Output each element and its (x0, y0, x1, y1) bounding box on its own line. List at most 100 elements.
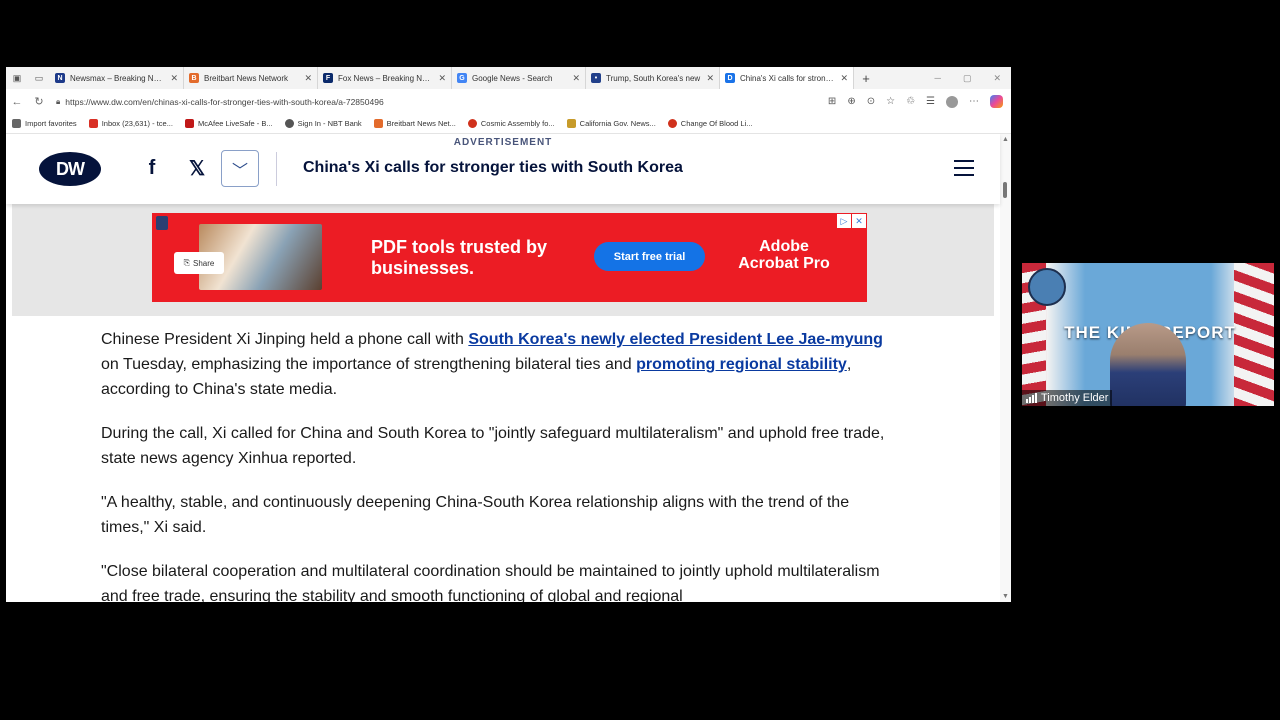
close-tab-icon[interactable]: ✕ (438, 73, 446, 84)
scrollbar[interactable]: ▲ ▼ (1000, 134, 1011, 602)
tab-foxnews[interactable]: F Fox News – Breaking News ✕ (318, 67, 452, 89)
tab-title: Trump, South Korea's new (606, 73, 701, 83)
refresh-icon[interactable]: ↻ (28, 95, 50, 108)
signal-bars-icon (1026, 393, 1037, 403)
presenter-figure (1110, 323, 1186, 406)
tab-strip: ▣ ▭ N Newsmax – Breaking News ✕ B Breitb… (6, 67, 1011, 89)
breitbart-favicon-icon: B (189, 73, 199, 83)
tab-dw-active[interactable]: D China's Xi calls for stronger ✕ (720, 67, 854, 89)
copilot-icon[interactable] (990, 95, 1003, 108)
hamburger-menu-icon[interactable] (954, 160, 974, 176)
page-title: China's Xi calls for stronger ties with … (303, 159, 683, 176)
ad-banner[interactable]: ⎘ Share PDF tools trusted by businesses. … (152, 213, 867, 302)
new-tab-button[interactable]: + (854, 71, 878, 86)
favorite-nbt-bank[interactable]: Sign In - NBT Bank (284, 119, 362, 128)
browser-window: ▣ ▭ N Newsmax – Breaking News ✕ B Breitb… (6, 67, 1011, 602)
app-available-icon[interactable]: ⊞ (828, 96, 836, 107)
ad-controls: ▷ ✕ (837, 214, 866, 228)
ad-share-button[interactable]: ⎘ Share (174, 252, 224, 274)
tab-newsmax[interactable]: N Newsmax – Breaking News ✕ (50, 67, 184, 89)
text: Chinese President Xi Jinping held a phon… (101, 331, 469, 348)
more-options-icon[interactable]: ⋯ (969, 96, 979, 107)
workspaces-icon[interactable]: ▣ (6, 73, 28, 84)
tab-title: Fox News – Breaking News (338, 73, 434, 83)
news-favicon-icon: • (591, 73, 601, 83)
favorite-star-icon[interactable]: ☆ (886, 96, 895, 107)
gmail-icon (88, 119, 98, 128)
extensions-icon[interactable]: ♲ (906, 96, 915, 107)
tab-breitbart[interactable]: B Breitbart News Network ✕ (184, 67, 318, 89)
favorite-import[interactable]: Import favorites (12, 119, 77, 128)
ad-headline: PDF tools trusted by businesses. (371, 237, 548, 278)
participant-name: Timothy Elder (1041, 392, 1109, 404)
scroll-down-icon[interactable]: ▼ (1002, 593, 1009, 600)
article-paragraph: "Close bilateral cooperation and multila… (101, 563, 880, 602)
google-news-favicon-icon: G (457, 73, 467, 83)
blood-icon (667, 119, 677, 128)
toolbar-icons: ⊞ ⊕ ⊙ ☆ ♲ ☰ ⋯ (828, 95, 1011, 108)
tab-trump-south-korea[interactable]: • Trump, South Korea's new ✕ (586, 67, 720, 89)
favorite-label: Change Of Blood Li... (680, 119, 753, 128)
favorite-california-gov[interactable]: California Gov. News... (566, 119, 656, 128)
zoom-icon[interactable]: ⊕ (847, 96, 855, 107)
close-tab-icon[interactable]: ✕ (304, 73, 312, 84)
text: on Tuesday, emphasizing the importance o… (101, 356, 637, 373)
maximize-icon[interactable]: ▢ (963, 73, 972, 84)
favorite-label: Import favorites (25, 119, 77, 128)
close-tab-icon[interactable]: ✕ (572, 73, 580, 84)
navigation-bar: ← ↻ 🔒︎ https://www.dw.com/en/chinas-xi-c… (6, 89, 1011, 114)
link-regional-stability[interactable]: promoting regional stability (636, 356, 847, 373)
tab-actions-icon[interactable]: ▭ (28, 73, 50, 84)
close-tab-icon[interactable]: ✕ (170, 73, 178, 84)
minimize-icon[interactable]: ─ (935, 73, 941, 84)
favorite-gmail[interactable]: Inbox (23,631) - tce... (88, 119, 173, 128)
favorites-list-icon[interactable]: ☰ (926, 96, 935, 107)
window-controls: ─ ▢ ✕ (935, 73, 1011, 84)
article-paragraph: Chinese President Xi Jinping held a phon… (101, 327, 901, 402)
scroll-up-icon[interactable]: ▲ (1002, 136, 1009, 143)
favorite-cosmic-assembly[interactable]: Cosmic Assembly fo... (467, 119, 555, 128)
dw-favicon-icon: D (725, 73, 735, 83)
favorite-breitbart[interactable]: Breitbart News Net... (373, 119, 456, 128)
close-window-icon[interactable]: ✕ (993, 73, 1001, 84)
tab-title: China's Xi calls for stronger (740, 73, 836, 83)
california-icon (566, 119, 576, 128)
favorite-label: Breitbart News Net... (386, 119, 456, 128)
address-bar[interactable]: 🔒︎ https://www.dw.com/en/chinas-xi-calls… (56, 97, 796, 107)
import-icon (12, 119, 21, 128)
chevron-down-icon[interactable]: ﹀ (221, 150, 259, 187)
link-lee-jae-myung[interactable]: South Korea's newly elected President Le… (468, 331, 883, 348)
mcafee-icon (184, 119, 194, 128)
x-twitter-icon[interactable]: 𝕏 (184, 155, 210, 181)
share-icon: ⎘ (183, 258, 191, 267)
start-free-trial-button[interactable]: Start free trial (594, 242, 705, 271)
webcam-overlay: THE KING REPORT Timothy Elder (1022, 263, 1274, 406)
share-label: Share (193, 258, 215, 268)
back-arrow-icon[interactable]: ← (6, 96, 28, 108)
tab-title: Breitbart News Network (204, 73, 289, 83)
close-tab-icon[interactable]: ✕ (840, 73, 848, 84)
close-ad-icon[interactable]: ✕ (852, 214, 866, 228)
favorite-mcafee[interactable]: McAfee LiveSafe - B... (184, 119, 273, 128)
lock-icon: 🔒︎ (56, 96, 61, 106)
favorites-bar: Import favorites Inbox (23,631) - tce...… (6, 114, 1011, 134)
ad-container: ⎘ Share PDF tools trusted by businesses. … (12, 204, 994, 316)
globe-icon (284, 119, 294, 128)
facebook-icon[interactable]: f (139, 155, 165, 181)
tab-google-news[interactable]: G Google News - Search ✕ (452, 67, 586, 89)
cosmic-icon (467, 119, 477, 128)
web-page: DW f 𝕏 ﹀ China's Xi calls for stronger t… (6, 134, 1011, 602)
favorite-change-of-blood[interactable]: Change Of Blood Li... (667, 119, 753, 128)
read-aloud-icon[interactable]: ⊙ (867, 96, 875, 107)
adchoices-icon[interactable]: ▷ (837, 214, 851, 228)
tab-title: Google News - Search (472, 73, 553, 83)
article-paragraph: During the call, Xi called for China and… (101, 425, 885, 467)
ad-brand: Adobe Acrobat Pro (738, 238, 830, 272)
profile-avatar[interactable] (946, 95, 958, 108)
dw-logo[interactable]: DW (39, 152, 101, 186)
shield-icon (156, 216, 168, 230)
close-tab-icon[interactable]: ✕ (706, 73, 714, 84)
scroll-thumb[interactable] (1003, 182, 1007, 198)
header-divider (276, 152, 277, 186)
favorite-label: Cosmic Assembly fo... (480, 119, 555, 128)
